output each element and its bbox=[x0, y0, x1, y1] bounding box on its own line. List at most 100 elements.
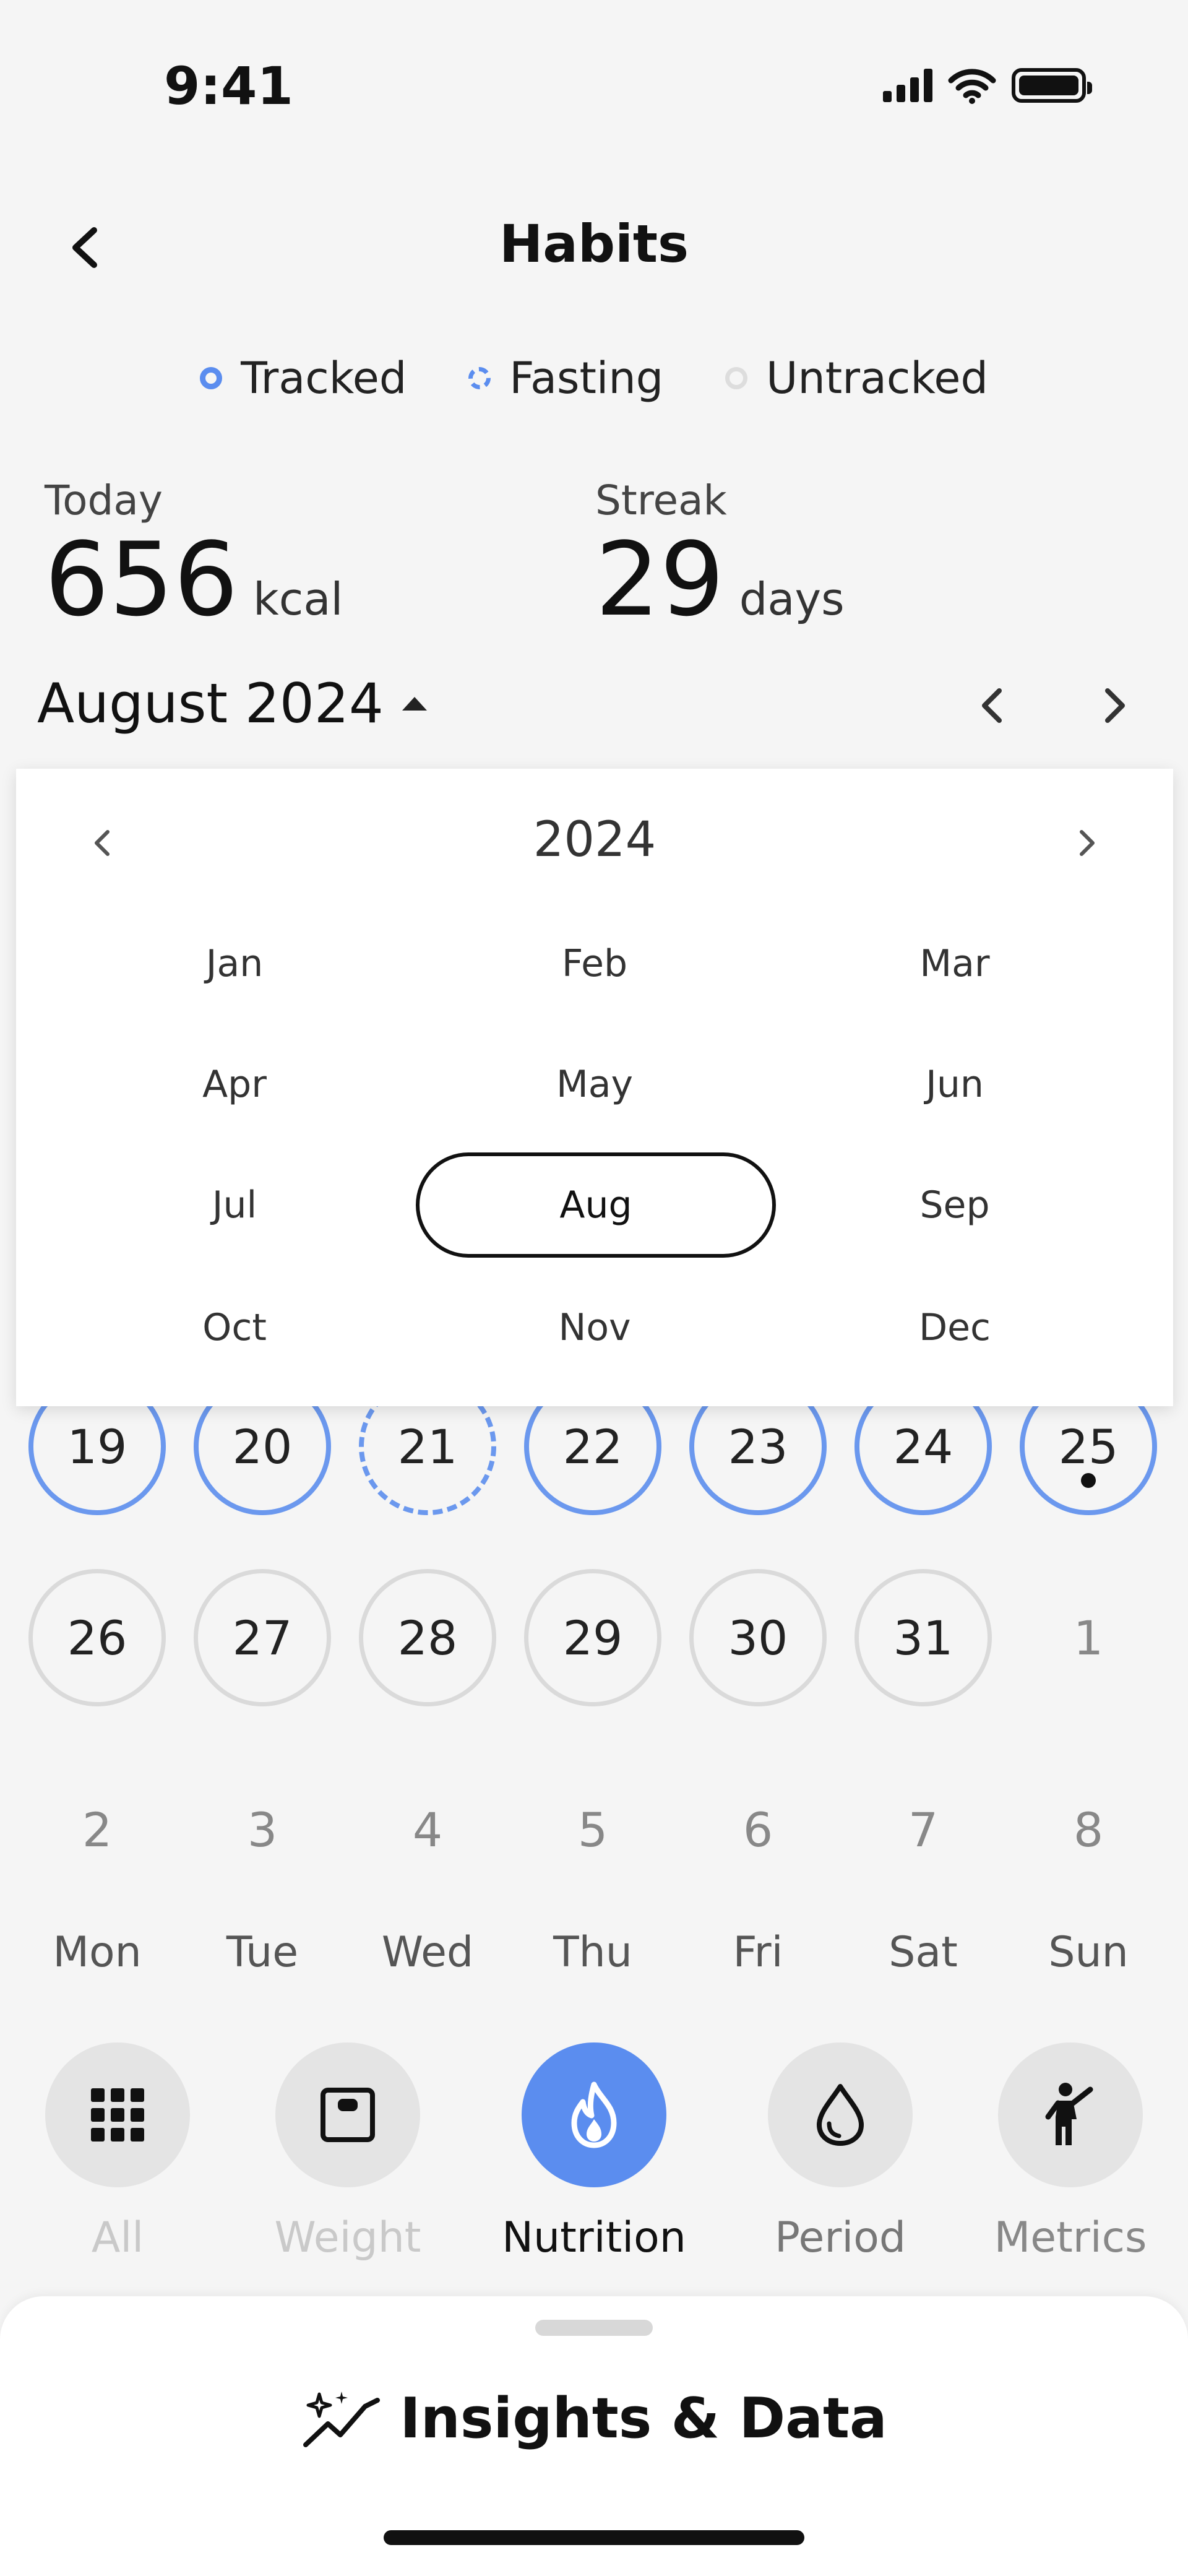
category-period[interactable]: Period bbox=[747, 2042, 933, 2262]
month-option[interactable]: May bbox=[415, 1032, 775, 1137]
category-label: Nutrition bbox=[502, 2213, 686, 2262]
category-all[interactable]: All bbox=[25, 2042, 210, 2262]
picker-year: 2024 bbox=[533, 812, 656, 868]
category-label: All bbox=[91, 2213, 144, 2262]
month-option[interactable]: Mar bbox=[775, 911, 1135, 1016]
streak-value: 29 bbox=[595, 521, 725, 639]
calendar-day[interactable]: 28 bbox=[359, 1569, 496, 1706]
month-option[interactable]: Nov bbox=[415, 1275, 775, 1380]
calendar-day[interactable]: 6 bbox=[689, 1761, 827, 1898]
calendar-day[interactable]: 5 bbox=[524, 1761, 661, 1898]
calendar-day[interactable]: 4 bbox=[359, 1761, 496, 1898]
today-dot-icon bbox=[1081, 1473, 1096, 1488]
status-time: 9:41 bbox=[164, 56, 293, 116]
day-number: 29 bbox=[562, 1610, 623, 1666]
insights-title: Insights & Data bbox=[400, 2386, 887, 2451]
legend-tracked: Tracked bbox=[200, 353, 407, 404]
flame-icon bbox=[571, 2081, 617, 2148]
calendar-day[interactable]: 3 bbox=[194, 1761, 331, 1898]
streak-unit: days bbox=[739, 573, 845, 625]
month-option[interactable]: Jul bbox=[54, 1152, 415, 1258]
grid-icon bbox=[91, 2088, 144, 2142]
day-number: 31 bbox=[893, 1610, 953, 1666]
page-title: Habits bbox=[499, 214, 689, 274]
day-number: 2 bbox=[82, 1802, 113, 1857]
calendar-day[interactable]: 27 bbox=[194, 1569, 331, 1706]
sheet-grabber[interactable] bbox=[535, 2320, 653, 2336]
today-kcal-value: 656 bbox=[45, 521, 239, 639]
weekday-label: Sat bbox=[889, 1928, 958, 1977]
day-number: 20 bbox=[232, 1419, 293, 1474]
month-option[interactable]: Jan bbox=[54, 911, 415, 1016]
battery-icon bbox=[1012, 68, 1092, 103]
day-number: 28 bbox=[397, 1610, 458, 1666]
weekday-label: Tue bbox=[226, 1928, 299, 1977]
month-option[interactable]: Feb bbox=[415, 911, 775, 1016]
category-label: Metrics bbox=[994, 2213, 1147, 2262]
calendar-day[interactable]: 2 bbox=[28, 1761, 166, 1898]
month-option[interactable]: Sep bbox=[775, 1152, 1135, 1258]
today-label: Today bbox=[45, 477, 163, 524]
category-label: Weight bbox=[274, 2213, 421, 2262]
insights-header[interactable]: Insights & Data bbox=[0, 2386, 1188, 2451]
calendar-day[interactable]: 8 bbox=[1020, 1761, 1157, 1898]
person-icon bbox=[1045, 2083, 1093, 2145]
day-number: 27 bbox=[232, 1610, 293, 1666]
calendar-day[interactable]: 1 bbox=[1020, 1569, 1157, 1706]
calendar-day[interactable]: 7 bbox=[854, 1761, 992, 1898]
next-year-chevron-icon[interactable] bbox=[1068, 824, 1105, 862]
calendar-day[interactable]: 31 bbox=[854, 1569, 992, 1706]
today-unit: kcal bbox=[253, 573, 343, 625]
legend: Tracked Fasting Untracked bbox=[0, 353, 1188, 404]
month-label: August 2024 bbox=[37, 672, 384, 735]
weekday-label: Sun bbox=[1048, 1928, 1129, 1977]
today-stat: Today 656 kcal bbox=[45, 477, 343, 631]
sparkle-chart-icon bbox=[303, 2391, 381, 2447]
day-number: 30 bbox=[728, 1610, 788, 1666]
month-option[interactable]: Dec bbox=[775, 1275, 1135, 1380]
day-number: 21 bbox=[397, 1419, 458, 1474]
category-label: Period bbox=[774, 2213, 906, 2262]
day-number: 5 bbox=[577, 1802, 608, 1857]
day-number: 6 bbox=[742, 1802, 773, 1857]
month-option[interactable]: Aug bbox=[416, 1152, 776, 1258]
day-number: 26 bbox=[67, 1610, 127, 1666]
month-option[interactable]: Apr bbox=[54, 1032, 415, 1137]
scale-icon bbox=[321, 2088, 375, 2142]
day-number: 4 bbox=[412, 1802, 443, 1857]
month-selector[interactable]: August 2024 bbox=[37, 672, 427, 735]
calendar-day[interactable]: 30 bbox=[689, 1569, 827, 1706]
day-number: 25 bbox=[1058, 1419, 1119, 1474]
month-option[interactable]: Oct bbox=[54, 1275, 415, 1380]
legend-fasting: Fasting bbox=[468, 353, 663, 404]
tracked-ring-icon bbox=[200, 367, 223, 389]
home-indicator bbox=[384, 2530, 804, 2545]
legend-untracked: Untracked bbox=[725, 353, 988, 404]
day-number: 24 bbox=[893, 1419, 953, 1474]
next-month-chevron-icon[interactable] bbox=[1089, 681, 1138, 730]
streak-label: Streak bbox=[595, 477, 727, 524]
weekday-label: Mon bbox=[53, 1928, 142, 1977]
cellular-signal-icon bbox=[883, 69, 932, 102]
drop-icon bbox=[817, 2084, 864, 2146]
day-number: 3 bbox=[247, 1802, 278, 1857]
weekday-label: Fri bbox=[733, 1928, 783, 1977]
calendar-day[interactable]: 26 bbox=[28, 1569, 166, 1706]
day-number: 23 bbox=[728, 1419, 788, 1474]
prev-month-chevron-icon[interactable] bbox=[968, 681, 1018, 730]
category-metrics[interactable]: Metrics bbox=[978, 2042, 1163, 2262]
caret-up-icon bbox=[402, 696, 427, 711]
month-option[interactable]: Jun bbox=[775, 1032, 1135, 1137]
category-nutrition[interactable]: Nutrition bbox=[501, 2042, 687, 2262]
day-number: 7 bbox=[908, 1802, 939, 1857]
day-number: 1 bbox=[1073, 1610, 1104, 1666]
category-weight[interactable]: Weight bbox=[255, 2042, 441, 2262]
streak-stat: Streak 29 days bbox=[595, 477, 845, 631]
day-number: 19 bbox=[67, 1419, 127, 1474]
untracked-ring-icon bbox=[725, 367, 748, 389]
wifi-icon bbox=[948, 69, 996, 104]
weekday-label: Wed bbox=[381, 1928, 474, 1977]
fasting-ring-icon bbox=[468, 367, 491, 389]
calendar-day[interactable]: 29 bbox=[524, 1569, 661, 1706]
weekday-label: Thu bbox=[553, 1928, 632, 1977]
